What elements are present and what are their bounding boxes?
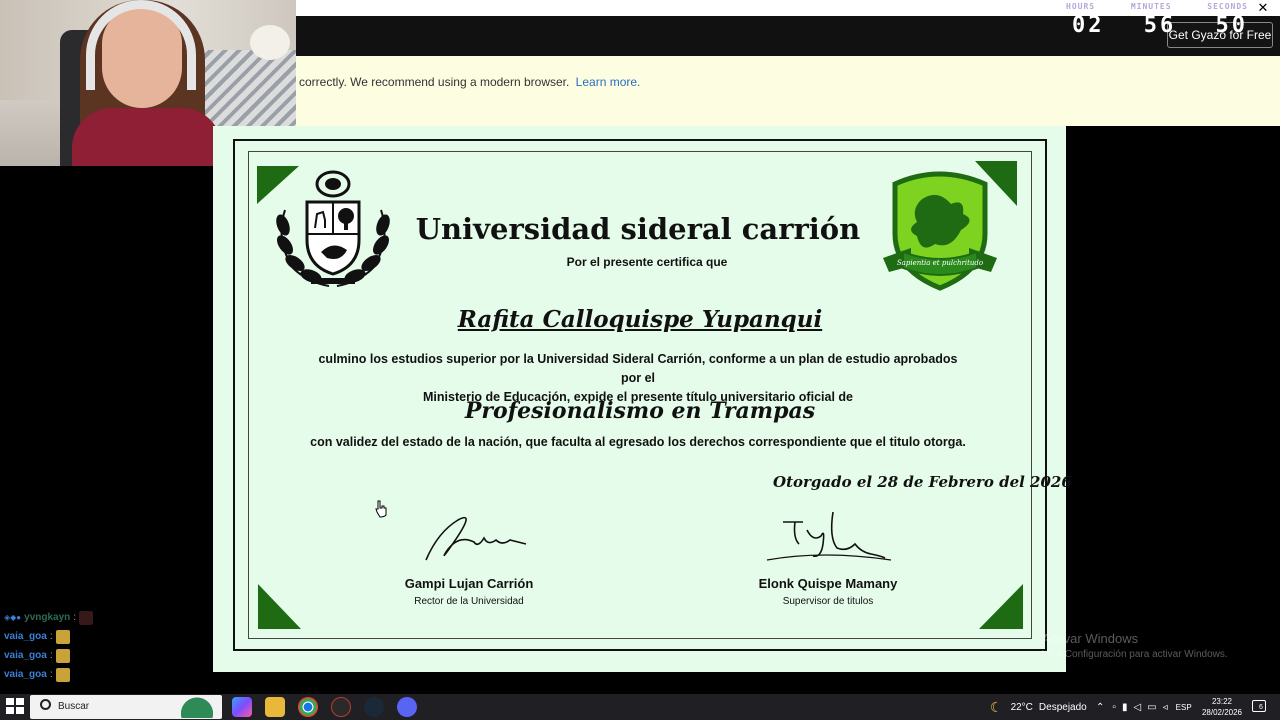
activate-subtitle: Ve a Configuración para activar Windows. — [1042, 649, 1228, 660]
degree-title: Profesionalismo en Trampas — [464, 398, 816, 424]
weather-desc: Despejado — [1038, 701, 1087, 713]
learn-more-link[interactable]: Learn more. — [576, 75, 641, 89]
steam-icon[interactable] — [364, 697, 384, 717]
chevron-up-icon[interactable]: ⌃ — [1096, 702, 1104, 713]
granted-date: Otorgado el 28 de Febrero del 2026 — [773, 473, 1072, 491]
chat-message: ◈◆● yvngkayn : — [4, 608, 184, 627]
countdown-seconds: 50 — [1215, 13, 1248, 38]
countdown-timer: HOURS MINUTES SECONDS 02 56 50 — [1066, 0, 1248, 40]
screen: ✕ Get Gyazo for Free HOURS MINUTES SECON… — [0, 0, 1280, 720]
weather-widget[interactable]: ☾ 22°C Despejado — [990, 694, 1087, 720]
speaker-icon[interactable]: ◁ — [1133, 702, 1141, 713]
chat-message: vaia_goa : — [4, 665, 184, 684]
emote-icon — [55, 648, 70, 663]
stream-chat: ◈◆● yvngkayn : vaia_goa : vaia_goa : vai… — [4, 608, 184, 684]
discord-icon[interactable] — [397, 697, 417, 717]
emote-icon — [55, 629, 70, 644]
signature-block-rector: Gampi Lujan Carrión Rector de la Univers… — [369, 576, 569, 607]
chat-message: vaia_goa : — [4, 646, 184, 665]
obs-icon[interactable] — [331, 697, 351, 717]
chat-username: vaia_goa — [4, 650, 47, 661]
corner-ornament-bottom-left — [258, 584, 301, 629]
webcam-person-body — [72, 108, 222, 166]
countdown-label-hours: HOURS — [1066, 2, 1096, 11]
countdown-minutes: 56 — [1143, 13, 1177, 38]
file-explorer-icon[interactable] — [265, 697, 285, 717]
search-placeholder: Buscar — [58, 701, 90, 712]
clock-date: 28/02/2026 — [1201, 708, 1243, 717]
windows-taskbar: Buscar ☾ 22°C Despejado ⌃ ▫ ▮ ◁ ▭ ◃ ESP … — [0, 694, 1280, 720]
university-title: Universidad sideral carrión — [415, 212, 861, 246]
signature-block-supervisor: Elonk Quispe Mamany Supervisor de titulo… — [728, 576, 928, 607]
chat-separator: : — [49, 631, 53, 642]
countdown-hours: 02 — [1072, 13, 1105, 38]
chat-separator: : — [49, 650, 53, 661]
chat-separator: : — [73, 612, 77, 623]
signatory-name: Elonk Quispe Mamany — [758, 576, 898, 591]
notification-icon[interactable]: 6 — [1252, 700, 1266, 712]
chat-message: vaia_goa : — [4, 627, 184, 646]
countdown-label-seconds: SECONDS — [1207, 2, 1248, 11]
rector-signature — [425, 516, 527, 561]
activate-title: Activar Windows — [1042, 631, 1139, 646]
warning-text: correctly. We recommend using a modern b… — [299, 75, 570, 89]
national-coat-of-arms-icon — [276, 170, 390, 287]
shield-motto: Sapientia et pulchritudo — [897, 259, 983, 267]
signatory-role: Supervisor de titulos — [782, 596, 874, 607]
signatory-role: Rector de la Universidad — [414, 596, 524, 607]
microphone-icon[interactable]: ▮ — [1122, 702, 1128, 713]
moon-icon: ☾ — [990, 698, 1003, 715]
signatory-name: Gampi Lujan Carrión — [404, 576, 534, 591]
taskbar-clock[interactable]: 23:22 28/02/2026 — [1192, 696, 1252, 718]
university-shield-icon: Sapientia et pulchritudo — [883, 171, 997, 291]
validity-text: con validez del estado de la nación, que… — [310, 435, 966, 449]
weather-temp: 22°C — [1010, 701, 1033, 713]
chat-username: vaia_goa — [4, 631, 47, 642]
wifi-icon[interactable]: ▭ — [1147, 702, 1156, 713]
notification-count: 6 — [1259, 704, 1263, 711]
webcam-plush — [250, 25, 290, 60]
supervisor-signature — [766, 511, 892, 561]
chat-username: yvngkayn — [24, 612, 71, 623]
close-icon[interactable]: ✕ — [1255, 0, 1271, 16]
hand-cursor-icon — [375, 500, 387, 518]
certifies-text: Por el presente certifica que — [566, 255, 728, 269]
search-icon — [40, 699, 51, 710]
search-highlight-icon — [174, 696, 220, 718]
windows-start-icon[interactable] — [6, 698, 26, 716]
chat-username: vaia_goa — [4, 669, 47, 680]
warning-message: correctly. We recommend using a modern b… — [299, 75, 640, 89]
corner-ornament-bottom-right — [979, 584, 1023, 629]
emote-icon — [55, 667, 70, 682]
activate-windows-watermark: Activar Windows Ve a Configuración para … — [1042, 631, 1228, 660]
clock-time: 23:22 — [1211, 697, 1233, 706]
taskbar-search-input[interactable]: Buscar — [30, 695, 222, 719]
certificate: Sapientia et pulchritudo Universidad sid… — [213, 126, 1072, 672]
body-line-1: culmino los estudios superior por la Uni… — [318, 352, 958, 385]
countdown-label-minutes: MINUTES — [1130, 2, 1172, 11]
badge-icons: ◈◆● — [4, 613, 22, 622]
network-icon[interactable]: ▫ — [1112, 702, 1116, 713]
volume-icon[interactable]: ◃ — [1163, 702, 1168, 713]
system-tray: ⌃ ▫ ▮ ◁ ▭ ◃ ESP — [1096, 694, 1192, 720]
emote-icon — [79, 610, 94, 625]
copilot-icon[interactable] — [232, 697, 252, 717]
chat-separator: : — [49, 669, 53, 680]
language-indicator[interactable]: ESP — [1176, 703, 1192, 712]
recipient-name: Rafita Calloquispe Yupanqui — [457, 306, 823, 333]
browser-warning-bar: correctly. We recommend using a modern b… — [296, 56, 1280, 126]
chrome-icon[interactable] — [298, 697, 318, 717]
